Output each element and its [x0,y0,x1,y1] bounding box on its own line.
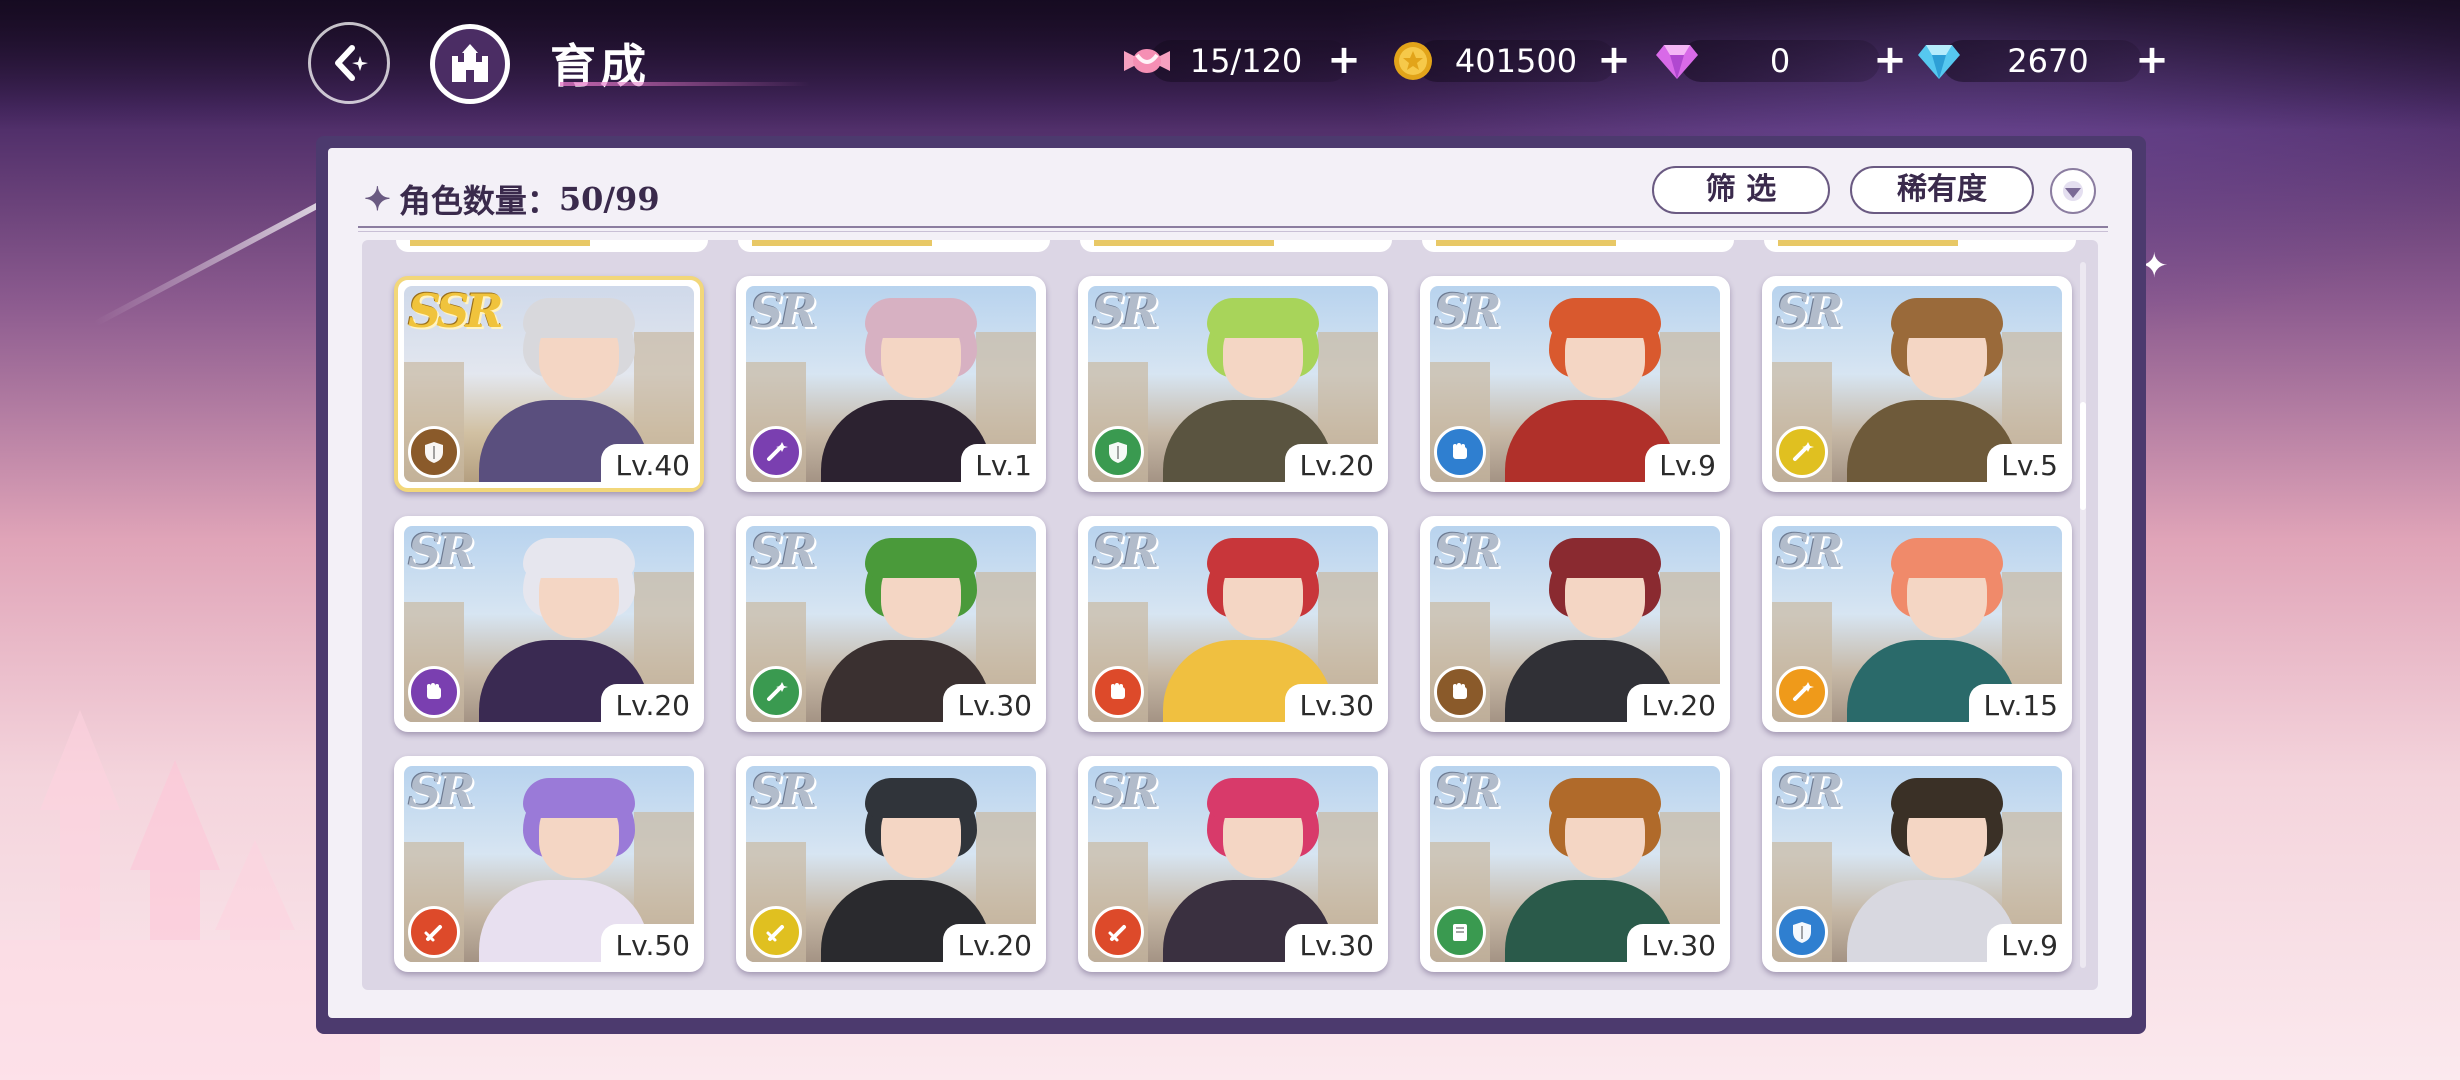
fist-class-icon [1434,666,1486,718]
wand-class-icon [1776,666,1828,718]
shield-class-icon [408,426,460,478]
pink-gem-icon [1656,45,1698,79]
sparkle-icon: ✦ [364,180,391,218]
level-label: Lv.30 [943,684,1042,728]
character-card[interactable]: SR Lv.20 [1420,516,1730,732]
character-card[interactable]: SR Lv.9 [1420,276,1730,492]
sort-rarity-button[interactable]: 稀有度 [1850,166,2034,214]
partial-card[interactable] [1422,240,1734,252]
resource-pink-gem: 0 + [1650,36,1912,86]
character-count-value: 50/99 [558,180,660,218]
level-label: Lv.20 [943,924,1042,968]
add-gold-button[interactable]: + [1592,38,1636,82]
candy-count: 15/120 [1189,42,1303,80]
level-label: Lv.15 [1969,684,2068,728]
rarity-badge: SR [1776,284,1843,338]
partial-card[interactable] [1080,240,1392,252]
rarity-badge: SR [1434,284,1501,338]
wand-class-icon [1776,426,1828,478]
partial-card[interactable] [738,240,1050,252]
level-label: Lv.9 [1645,444,1726,488]
character-count: ✦ 角色数量： 50/99 [364,176,660,222]
shield-class-icon [1776,906,1828,958]
home-button[interactable] [430,24,510,104]
scrollbar-track[interactable] [2080,262,2086,968]
character-card[interactable]: SR Lv.5 [1762,276,2072,492]
rarity-badge: SR [1092,764,1159,818]
back-button[interactable] [308,22,390,104]
wand-class-icon [750,666,802,718]
header-divider-thin [358,231,2108,232]
fist-class-icon [408,666,460,718]
wand-class-icon [750,426,802,478]
sword-class-icon [408,906,460,958]
character-card[interactable]: SR Lv.50 [394,756,704,972]
level-label: Lv.30 [1285,924,1384,968]
fist-class-icon [1434,426,1486,478]
gold-coin-icon [1394,42,1432,80]
rarity-badge: SR [1092,524,1159,578]
rarity-badge: SR [1434,524,1501,578]
castle-home-icon [452,44,488,82]
scrollbar-thumb[interactable] [2080,402,2086,510]
character-card[interactable]: SR Lv.20 [1078,276,1388,492]
pink-gem-count: 0 [1769,42,1791,80]
book-class-icon [1434,906,1486,958]
level-label: Lv.20 [1285,444,1384,488]
filter-button[interactable]: 筛 选 [1652,166,1830,214]
level-label: Lv.20 [601,684,700,728]
level-label: Lv.30 [1285,684,1384,728]
sort-arrow-icon [2063,181,2083,201]
resource-diamond: 2670 + [1912,36,2174,86]
page-title: 育成 [550,39,650,93]
rarity-badge: SR [750,284,817,338]
rarity-badge: SR [408,524,475,578]
rarity-badge: SR [750,764,817,818]
level-label: Lv.30 [1627,924,1726,968]
character-card[interactable]: SR Lv.30 [1420,756,1730,972]
character-card[interactable]: SR Lv.1 [736,276,1046,492]
character-card[interactable]: SR Lv.30 [736,516,1046,732]
back-arrow-icon [335,45,368,81]
rarity-badge: SR [1434,764,1501,818]
level-label: Lv.5 [1987,444,2068,488]
rarity-badge: SR [1776,764,1843,818]
resource-candy: 15/120 + [1120,36,1380,86]
rarity-badge: SR [750,524,817,578]
character-card[interactable]: SR Lv.20 [736,756,1046,972]
rarity-badge: SR [408,764,475,818]
shield-class-icon [1092,426,1144,478]
level-label: Lv.50 [601,924,700,968]
character-card[interactable]: SR Lv.9 [1762,756,2072,972]
fist-class-icon [1092,666,1144,718]
rarity-badge: SR [1092,284,1159,338]
add-candy-button[interactable]: + [1322,38,1366,82]
candy-icon [1124,49,1170,73]
sort-order-toggle[interactable] [2050,168,2096,214]
sword-class-icon [1092,906,1144,958]
blue-diamond-icon [1918,45,1960,79]
character-card[interactable]: SR Lv.20 [394,516,704,732]
character-count-label: 角色数量： [398,182,559,220]
level-label: Lv.1 [961,444,1042,488]
character-card[interactable]: SR Lv.30 [1078,516,1388,732]
character-card[interactable]: SSR Lv.40 [394,276,704,492]
resource-gold: 401500 + [1386,36,1648,86]
title-decoration [560,82,810,86]
rarity-badge: SR [1776,524,1843,578]
header-divider [358,226,2108,228]
character-card[interactable]: SR Lv.30 [1078,756,1388,972]
add-pink-gem-button[interactable]: + [1868,38,1912,82]
character-card[interactable]: SR Lv.15 [1762,516,2072,732]
diamond-count: 2670 [2007,42,2089,80]
level-label: Lv.9 [1987,924,2068,968]
sword-class-icon [750,906,802,958]
partial-card[interactable] [396,240,708,252]
partial-card[interactable] [1764,240,2076,252]
gold-count: 401500 [1454,42,1578,80]
level-label: Lv.40 [601,444,700,488]
level-label: Lv.20 [1627,684,1726,728]
rarity-badge: SSR [408,284,504,338]
add-diamond-button[interactable]: + [2130,38,2174,82]
